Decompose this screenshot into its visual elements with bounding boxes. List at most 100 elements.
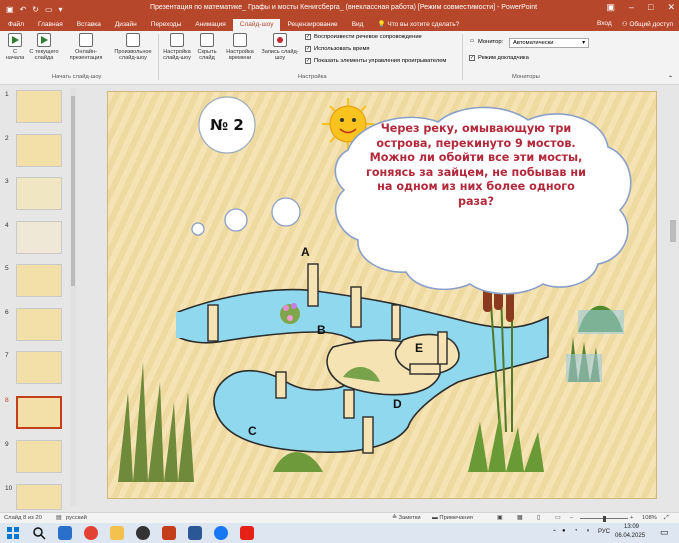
search-icon[interactable]	[32, 526, 46, 540]
checkbox-checked-icon: ✓	[305, 34, 311, 40]
language-indicator[interactable]: русский	[66, 515, 87, 521]
checkbox-checked-icon: ✓	[305, 58, 311, 64]
canvas-scrollbar[interactable]	[669, 88, 677, 512]
present-icon[interactable]: ▭	[45, 5, 53, 14]
from-current-button[interactable]: С текущего слайда	[28, 33, 60, 61]
tray-app-icon[interactable]: ●	[562, 528, 566, 534]
use-timings-checkbox[interactable]: ✓ Использовать время	[305, 46, 370, 52]
slide-number: 9	[5, 441, 9, 448]
slide-number: 1	[5, 91, 9, 98]
presenter-view-label: Режим докладчика	[478, 55, 529, 61]
slide-canvas[interactable]: № 2 Через реку, омывающую три острова, п…	[107, 91, 657, 499]
volume-icon[interactable]: ◖	[586, 528, 590, 534]
rehearse-timings-button[interactable]: Настройка времени	[224, 33, 256, 61]
input-language[interactable]: РУС	[598, 529, 610, 535]
slideshow-view-icon[interactable]: ▭	[555, 515, 560, 521]
slide-thumbnail[interactable]	[16, 134, 62, 167]
ribbon-separator	[158, 34, 159, 80]
qat-more-icon[interactable]: ▾	[59, 5, 63, 14]
clock-time[interactable]: 13:09	[624, 524, 639, 530]
chrome-icon[interactable]	[84, 526, 98, 540]
hide-slide-icon	[200, 33, 214, 47]
fit-slide-icon[interactable]: ⤢	[664, 515, 669, 522]
from-beginning-button[interactable]: С начала	[4, 33, 26, 61]
zoom-level[interactable]: 108%	[642, 515, 657, 521]
slide-thumbnail[interactable]	[16, 484, 62, 510]
save-icon[interactable]: ▣	[6, 5, 14, 14]
notes-button[interactable]: ≙ Заметки	[392, 515, 421, 521]
chevron-down-icon: ▾	[582, 40, 585, 46]
undo-icon[interactable]: ↶	[20, 5, 27, 14]
slide-sorter-icon[interactable]: ▦	[517, 515, 522, 521]
tab-home[interactable]: Главная	[31, 19, 70, 31]
windows-start-icon[interactable]	[6, 526, 20, 540]
play-current-icon	[37, 33, 51, 47]
edge-icon[interactable]	[58, 526, 72, 540]
spellcheck-icon[interactable]: ▤	[56, 515, 61, 521]
node-label-a: A	[301, 245, 310, 259]
online-presentation-button[interactable]: Онлайн-презентация	[64, 33, 108, 61]
setup-show-button[interactable]: Настройка слайд-шоу	[162, 33, 192, 61]
ribbon-display-icon[interactable]: ▣	[606, 2, 615, 13]
slide-thumbnail[interactable]	[16, 221, 62, 254]
minimize-icon[interactable]: –	[629, 2, 634, 13]
tab-transitions[interactable]: Переходы	[144, 19, 189, 31]
slide-number: 6	[5, 309, 9, 316]
custom-show-button[interactable]: Произвольное слайд-шоу	[110, 33, 156, 61]
group-label-setup: Настройка	[298, 74, 327, 80]
slide-thumbnail[interactable]	[16, 440, 62, 473]
record-show-button[interactable]: Запись слайд-шоу	[259, 33, 301, 61]
notifications-icon[interactable]: ▭	[660, 527, 669, 538]
tab-design[interactable]: Дизайн	[108, 19, 144, 31]
zoom-slider-thumb[interactable]	[603, 516, 606, 522]
normal-view-icon[interactable]: ▣	[497, 515, 502, 521]
facebook-icon[interactable]	[214, 526, 228, 540]
reading-view-icon[interactable]: ▯	[537, 515, 540, 521]
thumbnails-scrollbar[interactable]	[70, 88, 76, 506]
custom-show-label: Произвольное слайд-шоу	[114, 49, 152, 61]
tab-animations[interactable]: Анимация	[188, 19, 233, 31]
youtube-icon[interactable]	[240, 526, 254, 540]
media-player-icon[interactable]	[136, 526, 150, 540]
network-icon[interactable]: ◔	[574, 528, 578, 534]
zoom-in-button[interactable]: +	[630, 515, 633, 521]
hide-slide-label: Скрыть слайд	[197, 49, 217, 61]
windows-taskbar: ⌃ ● ◔ ◖ РУС 13:09 06.04.2025 ▭	[0, 523, 679, 543]
comments-button[interactable]: ▬ Примечания	[432, 515, 473, 521]
use-timings-label: Использовать время	[314, 46, 370, 52]
clock-date[interactable]: 06.04.2025	[615, 533, 645, 539]
powerpoint-icon[interactable]	[162, 526, 176, 540]
tab-review[interactable]: Рецензирование	[280, 19, 344, 31]
tab-file[interactable]: Файл	[0, 19, 31, 31]
tab-slideshow[interactable]: Слайд-шоу	[232, 19, 281, 31]
collapse-ribbon-icon[interactable]: ⌃	[668, 75, 673, 82]
node-label-d: D	[393, 397, 402, 411]
slide-thumbnail[interactable]	[16, 90, 62, 123]
redo-icon[interactable]: ↻	[32, 5, 39, 14]
word-icon[interactable]	[188, 526, 202, 540]
close-icon[interactable]: ✕	[667, 2, 675, 13]
narration-checkbox[interactable]: ✓ Воспроизвести речевое сопровождение	[305, 34, 422, 40]
monitor-select[interactable]: Автоматически ▾	[509, 38, 589, 48]
slide-thumbnail[interactable]	[16, 264, 62, 297]
media-controls-checkbox[interactable]: ✓ Показать элементы управления проигрыват…	[305, 58, 446, 64]
tray-overflow-icon[interactable]: ⌃	[552, 529, 557, 536]
zoom-out-button[interactable]: –	[570, 515, 573, 521]
presenter-view-checkbox[interactable]: ✓ Режим докладчика	[469, 55, 529, 61]
slide-thumbnail[interactable]	[16, 351, 62, 384]
tell-me-box[interactable]: 💡 Что вы хотите сделать?	[370, 19, 466, 31]
tab-insert[interactable]: Вставка	[70, 19, 108, 31]
slide-thumbnail[interactable]	[16, 177, 62, 210]
tab-view[interactable]: Вид	[345, 19, 371, 31]
slide-number-badge: № 2	[210, 116, 244, 134]
scrollbar-thumb[interactable]	[71, 96, 75, 286]
slide-thumbnail-active[interactable]	[16, 396, 62, 429]
share-button[interactable]: ⚇ Общий доступ	[622, 20, 673, 28]
maximize-icon[interactable]: □	[648, 2, 653, 13]
hide-slide-button[interactable]: Скрыть слайд	[195, 33, 219, 61]
monitor-select-value: Автоматически	[513, 40, 554, 46]
scrollbar-thumb[interactable]	[670, 220, 676, 242]
file-explorer-icon[interactable]	[110, 526, 124, 540]
slide-thumbnail[interactable]	[16, 308, 62, 341]
sign-in-link[interactable]: Вход	[597, 20, 612, 28]
